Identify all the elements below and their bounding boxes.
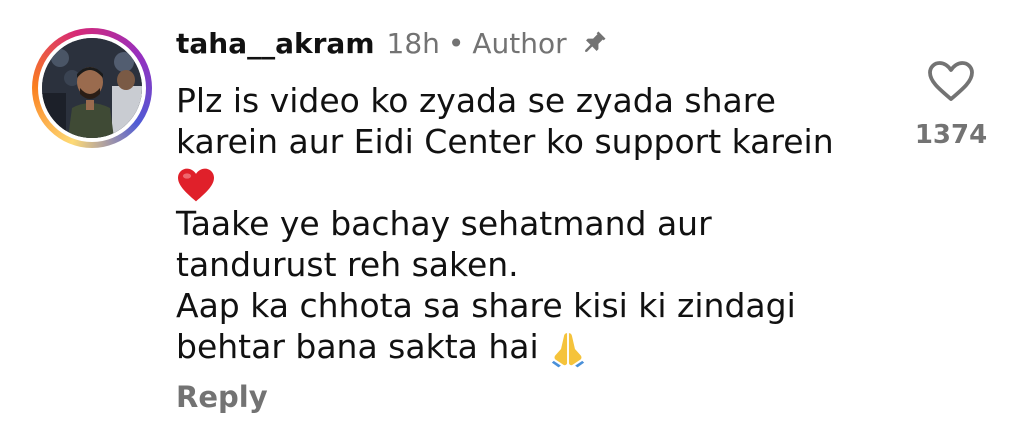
comment-text: Plz is video ko zyada se zyada share kar… [176,80,876,368]
comment-line: karein aur Eidi Center ko support karein [176,122,834,161]
comment-header: taha__akram 18h • Author [176,22,609,64]
red-heart-emoji [178,168,214,201]
username-link[interactable]: taha__akram [176,27,375,60]
comment-item: taha__akram 18h • Author Plz is video ko… [0,0,1024,440]
comment-line: Plz is video ko zyada se zyada share [176,81,776,120]
reply-button[interactable]: Reply [176,380,268,414]
like-area: 1374 [912,60,990,150]
story-ring[interactable] [32,28,152,148]
comment-line-with-emoji: behtar bana sakta hai [176,326,876,368]
comment-line: Aap ka chhota sa share kisi ki zindagi [176,286,796,325]
heart-emoji-line [176,162,876,203]
comment-line: behtar bana sakta hai [176,327,539,366]
comment-line: tandurust reh saken. [176,245,519,284]
author-badge: Author [472,26,567,60]
separator-dot: • [447,26,465,60]
pin-icon [579,28,609,58]
timestamp: 18h [386,26,440,60]
heart-outline-icon[interactable] [927,60,975,102]
folded-hands-emoji [552,332,585,367]
avatar[interactable] [42,38,142,138]
avatar-photo [42,38,142,138]
comment-line: Taake ye bachay sehatmand aur [176,204,712,243]
like-count: 1374 [914,120,988,150]
